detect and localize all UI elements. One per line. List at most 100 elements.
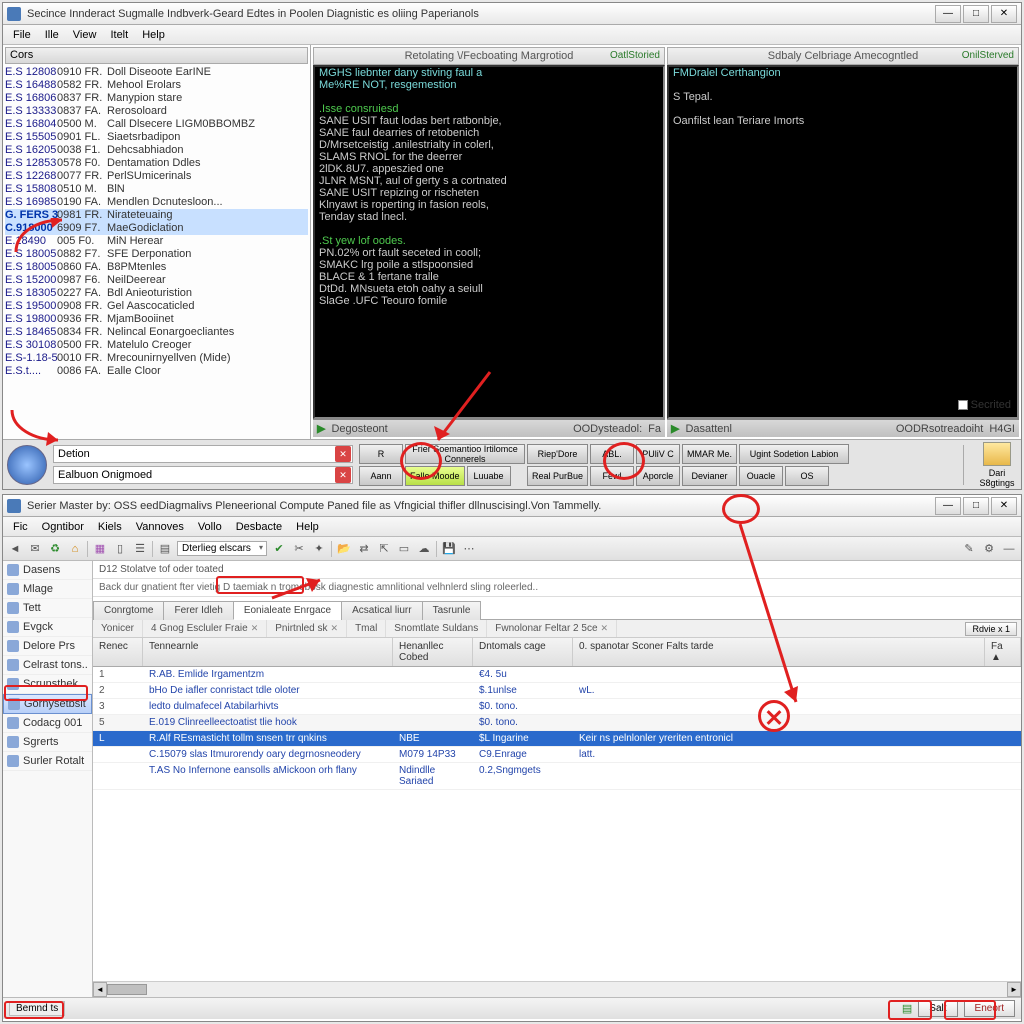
scroll-right-icon[interactable]: ►	[1007, 982, 1021, 997]
sidebar-item[interactable]: Surler Rotalt	[3, 752, 92, 771]
log-row[interactable]: E.S 158080510 M.BlN	[5, 183, 308, 196]
menu-help[interactable]: Help	[136, 27, 171, 42]
menu-help2[interactable]: Help	[290, 519, 325, 534]
btn-falle-moode[interactable]: Falle Moode	[405, 466, 465, 486]
btn-os[interactable]: OS	[785, 466, 829, 486]
log-row[interactable]: E.S 128530578 F0.Dentamation Ddles	[5, 157, 308, 170]
maximize-button[interactable]: □	[963, 5, 989, 23]
tool-refresh-icon[interactable]: ♻	[47, 541, 63, 557]
tool-open-icon[interactable]: 📂	[336, 541, 352, 557]
sub-tab[interactable]: Yonicer	[93, 620, 143, 637]
log-row[interactable]: E.S 183050227 FA.Bdl Anieoturistion	[5, 287, 308, 300]
btn-luuabe[interactable]: Luuabe	[467, 466, 511, 486]
sidebar-item[interactable]: Delore Prs	[3, 637, 92, 656]
sub-tab[interactable]: 4 Gnog Escluler Fraie ✕	[143, 620, 267, 637]
btn-ouacle[interactable]: Ouacle	[739, 466, 783, 486]
btn-real[interactable]: Real PurBue	[527, 466, 588, 486]
btn-aann[interactable]: Aann	[359, 466, 403, 486]
log-row[interactable]: E.S 164880582 FR.Mehool Erolars	[5, 79, 308, 92]
btn-devianer[interactable]: Devianer	[682, 466, 737, 486]
log-row[interactable]: E.S 198000936 FR.MjamBooiinet	[5, 313, 308, 326]
menu-ogntibor[interactable]: Ogntibor	[36, 519, 90, 534]
sub-tab[interactable]: Tmal	[347, 620, 386, 637]
info-icon[interactable]	[7, 445, 47, 485]
tool-db-icon[interactable]: ☁	[416, 541, 432, 557]
clear-icon[interactable]: ✕	[335, 446, 351, 462]
log-row[interactable]: E.S 180050882 F7.SFE Derponation	[5, 248, 308, 261]
tool-swap-icon[interactable]: ⇄	[356, 541, 372, 557]
close-button[interactable]: ✕	[991, 497, 1017, 515]
view-combo[interactable]: Dterlieg elscars	[177, 541, 267, 556]
btn-puliv[interactable]: PUliV C	[636, 444, 680, 464]
status-left[interactable]: Bemnd ts	[9, 1001, 65, 1016]
tool-more-icon[interactable]: ⋯	[461, 541, 477, 557]
tool-check-icon[interactable]: ✔	[271, 541, 287, 557]
btn-fewl[interactable]: Fewl	[590, 466, 634, 486]
log-row[interactable]: E.S-1.18-50010 FR.Mrecounirnyellven (Mid…	[5, 352, 308, 365]
column-header[interactable]: Dntomals cage	[473, 638, 573, 666]
menu-vannoves[interactable]: Vannoves	[130, 519, 190, 534]
terminal-2[interactable]: FMDralel Certhangion S Tepal. Oanfilst l…	[667, 65, 1019, 419]
h-scrollbar[interactable]: ◄ ►	[93, 981, 1021, 997]
btn-abl[interactable]: ABL.	[590, 444, 634, 464]
tool-screen-icon[interactable]: ▭	[396, 541, 412, 557]
column-header[interactable]: 0. spanotar Sconer Falts tarde	[573, 638, 985, 666]
tab[interactable]: Tasrunle	[422, 601, 482, 620]
sidebar-item[interactable]: Dasens	[3, 561, 92, 580]
tool-collapse-icon[interactable]: —	[1001, 541, 1017, 557]
btn-r[interactable]: R	[359, 444, 403, 464]
minimize-button[interactable]: —	[935, 497, 961, 515]
tool-stack-icon[interactable]: ☰	[132, 541, 148, 557]
column-header[interactable]: Renec	[93, 638, 143, 666]
log-row[interactable]: E.S 162050038 F1.Dehcsabhiadon	[5, 144, 308, 157]
tool-save-icon[interactable]: 💾	[441, 541, 457, 557]
log-row[interactable]: E.S 169850190 FA.Mendlen Dcnutesloon...	[5, 196, 308, 209]
minimize-button[interactable]: —	[935, 5, 961, 23]
log-row[interactable]: E.S 155050901 FL.Siaetsrbadipon	[5, 131, 308, 144]
tool-mail-icon[interactable]: ✉	[27, 541, 43, 557]
tool-export-icon[interactable]: ⇱	[376, 541, 392, 557]
tool-home-icon[interactable]: ⌂	[67, 541, 83, 557]
tab[interactable]: Conrgtome	[93, 601, 164, 620]
log-row[interactable]: E.S 122680077 FR.PerlSUmicerinals	[5, 170, 308, 183]
play-icon[interactable]: ▶	[671, 422, 679, 435]
sidebar-item[interactable]: Tett	[3, 599, 92, 618]
log-row[interactable]: E.S 168040500 M.Call Dlsecere LIGM0BBOMB…	[5, 118, 308, 131]
tool-doc-icon[interactable]: ▯	[112, 541, 128, 557]
tab[interactable]: Eonialeate Enrgace	[233, 601, 342, 620]
search-2[interactable]: ✕	[53, 466, 353, 484]
scroll-thumb[interactable]	[107, 984, 147, 995]
btn-riepdore[interactable]: Riep'Dore	[527, 444, 588, 464]
terminal-1[interactable]: MGHS liebnter dany stiving faul aMe%RE N…	[313, 65, 665, 419]
sub-tab[interactable]: Fwnolonar Feltar 2 5ce ✕	[487, 620, 617, 637]
scroll-left-icon[interactable]: ◄	[93, 982, 107, 997]
save-button[interactable]: Salt	[918, 1000, 957, 1017]
tool-grid-icon[interactable]: ▦	[92, 541, 108, 557]
menu-ille[interactable]: Ille	[39, 27, 65, 42]
sidebar-item[interactable]: Sgrerts	[3, 733, 92, 752]
table-row[interactable]: 3ledto dulmafecel Atabilarhivts$0. tono.	[93, 699, 1021, 715]
table-row[interactable]: 5E.019 Clinreelleectoatist tlie hook$0. …	[93, 715, 1021, 731]
menu-desbacte[interactable]: Desbacte	[230, 519, 288, 534]
log-row[interactable]: E.S 168060837 FR.Manypion stare	[5, 92, 308, 105]
menu-itelt[interactable]: Itelt	[104, 27, 134, 42]
tool-cut-icon[interactable]: ✂	[291, 541, 307, 557]
close-button[interactable]: ✕	[991, 5, 1017, 23]
maximize-button[interactable]: □	[963, 497, 989, 515]
btn-ugint[interactable]: Ugint Sodetion Labion	[739, 444, 849, 464]
sidebar-item[interactable]: Codacg 001	[3, 714, 92, 733]
sub-tab[interactable]: Snomtlate Suldans	[386, 620, 487, 637]
tool-settings-icon[interactable]: ✎	[961, 541, 977, 557]
tool-sheet-icon[interactable]: ▤	[157, 541, 173, 557]
menu-kiels[interactable]: Kiels	[92, 519, 128, 534]
status-doc-icon[interactable]: ▤	[902, 1002, 912, 1015]
log-row[interactable]: E.S 133330837 FA.Rerosoloard	[5, 105, 308, 118]
tool-wand-icon[interactable]: ✦	[311, 541, 327, 557]
search-1[interactable]: ✕	[53, 445, 353, 463]
log-row[interactable]: C.9180006909 F7.MaeGodiclation	[5, 222, 308, 235]
table-row[interactable]: LR.Alf REsmasticht tollm snsen trr qnkin…	[93, 731, 1021, 747]
menu-vollo[interactable]: Vollo	[192, 519, 228, 534]
log-row[interactable]: E.S 301080500 FR.Matelulo Creoger	[5, 339, 308, 352]
log-row[interactable]: E.S 184650834 FR.Nelincal Eonargoecliant…	[5, 326, 308, 339]
sidebar-item[interactable]: Evgck	[3, 618, 92, 637]
